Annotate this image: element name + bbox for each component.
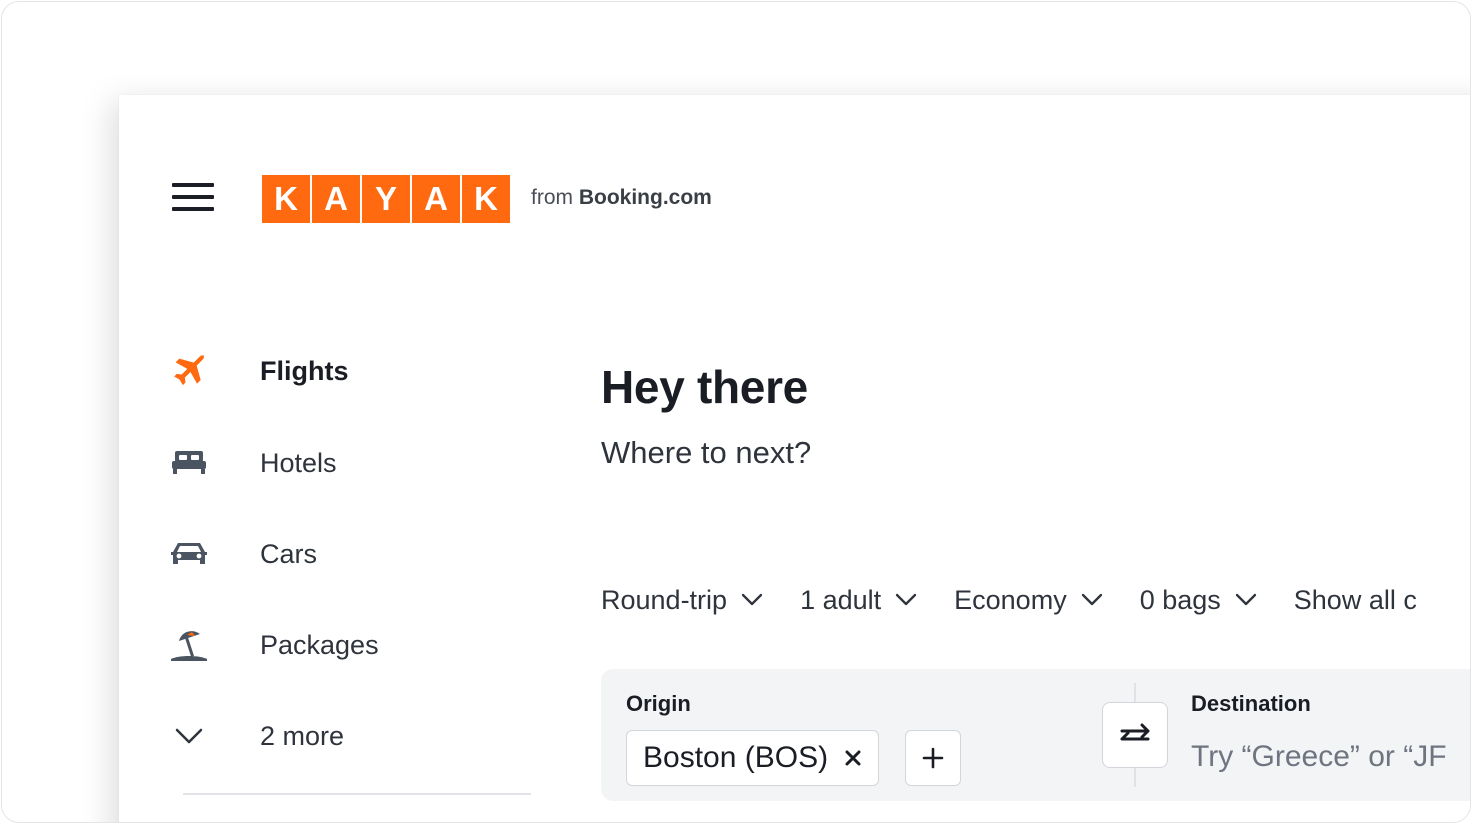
sidebar-item-hotels[interactable]: Hotels [167, 439, 337, 487]
menu-line [172, 207, 214, 211]
chevron-down-icon [741, 593, 763, 606]
destination-input[interactable] [1191, 729, 1470, 785]
logo-letter: K [462, 175, 510, 223]
swap-origin-destination-button[interactable] [1102, 702, 1168, 768]
hamburger-menu-icon[interactable] [172, 183, 216, 215]
show-all-label: Show all c [1293, 584, 1417, 615]
kayak-logo[interactable]: K A Y A K [262, 175, 510, 223]
sidebar-item-label: Hotels [260, 447, 337, 478]
chevron-down-icon [1081, 593, 1102, 606]
car-icon [167, 532, 211, 576]
logo-letter: A [312, 175, 360, 223]
origin-chip[interactable]: Boston (BOS) [626, 730, 880, 786]
show-all-options-link[interactable]: Show all c [1294, 585, 1417, 616]
logo-letter: K [262, 175, 310, 223]
origin-label: Origin [626, 691, 691, 716]
sidebar-item-label: Cars [260, 538, 318, 569]
add-origin-button[interactable] [905, 730, 961, 786]
destination-label: Destination [1191, 691, 1311, 716]
flight-search-panel: Origin Boston (BOS) Destination [601, 669, 1470, 801]
chevron-down-icon [895, 593, 917, 606]
swap-arrows-icon [1120, 723, 1150, 741]
from-prefix: from [531, 186, 573, 209]
sidebar-item-label: Flights [260, 355, 349, 386]
chevron-down-icon [167, 714, 211, 758]
page-title: Hey there [601, 361, 808, 413]
bags-dropdown[interactable]: 0 bags [1140, 585, 1257, 616]
screenshot-frame: K A Y A K from Booking.com Flights Hotel… [1, 1, 1471, 823]
cabin-class-label: Economy [954, 584, 1067, 615]
trip-type-label: Round-trip [601, 584, 728, 615]
logo-letter: Y [362, 175, 410, 223]
page-subtitle: Where to next? [601, 435, 812, 470]
plus-icon [922, 747, 944, 769]
travelers-dropdown[interactable]: 1 adult [800, 585, 917, 616]
trip-type-dropdown[interactable]: Round-trip [601, 585, 763, 616]
beach-umbrella-icon [167, 623, 211, 667]
cabin-class-dropdown[interactable]: Economy [954, 585, 1103, 616]
bed-icon [167, 441, 211, 485]
sidebar-item-label: 2 more [260, 720, 345, 751]
origin-chip-label: Boston (BOS) [643, 741, 829, 774]
chevron-down-icon [1235, 593, 1256, 606]
nav-divider [183, 793, 531, 795]
sidebar-item-more[interactable]: 2 more [167, 712, 344, 760]
booking-brand: Booking.com [578, 186, 712, 209]
bags-label: 0 bags [1139, 584, 1221, 615]
sidebar-item-flights[interactable]: Flights [167, 347, 349, 395]
airplane-icon [167, 349, 211, 393]
sidebar-item-label: Packages [260, 629, 379, 660]
menu-line [172, 183, 214, 187]
logo-letter: A [412, 175, 460, 223]
kayak-app-window: K A Y A K from Booking.com Flights Hotel… [119, 95, 1470, 822]
search-options-bar: Round-trip 1 adult Economy 0 bags Show a… [601, 580, 1454, 620]
menu-line [172, 195, 214, 199]
sidebar-item-packages[interactable]: Packages [167, 621, 379, 669]
from-booking-label: from Booking.com [531, 186, 712, 210]
close-icon[interactable] [842, 747, 864, 769]
travelers-label: 1 adult [800, 584, 882, 615]
sidebar-item-cars[interactable]: Cars [167, 530, 317, 578]
